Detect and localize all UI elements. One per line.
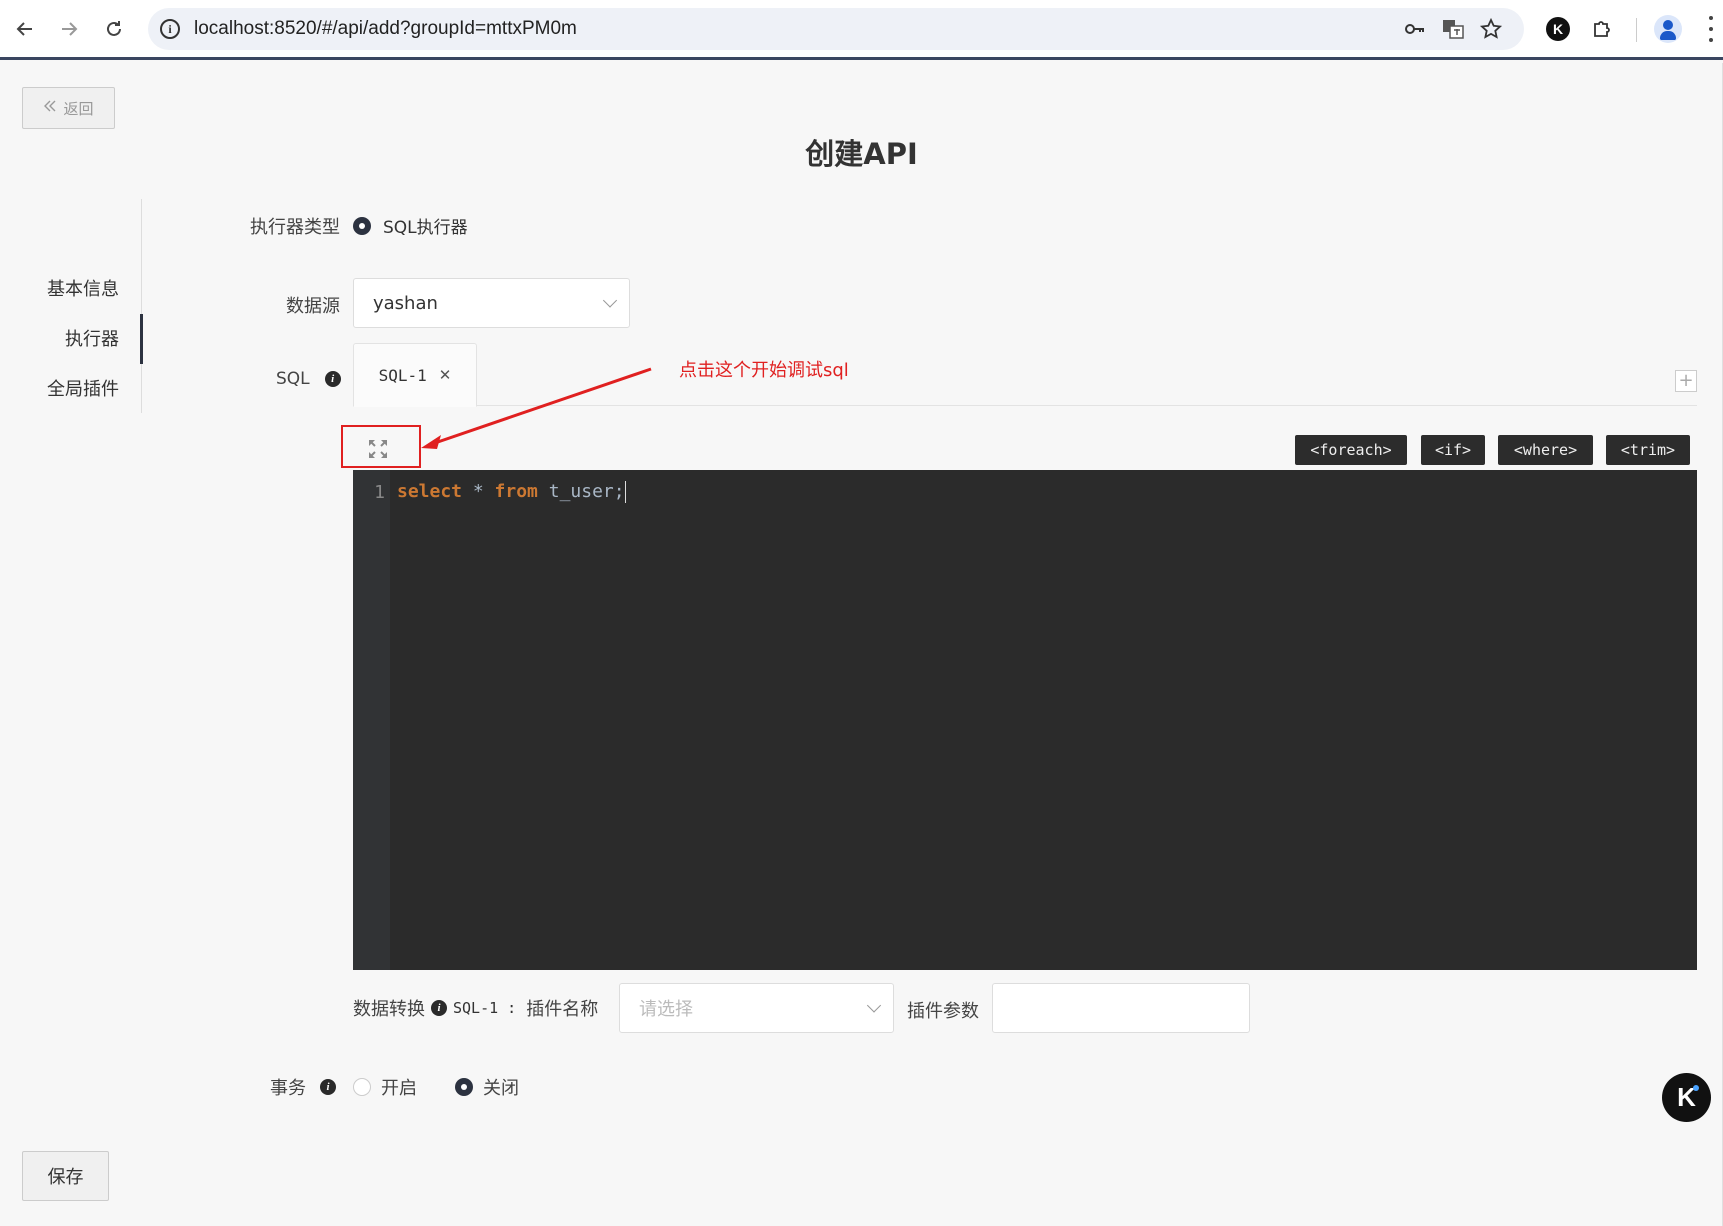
transform-label: 数据转换	[353, 999, 425, 1020]
side-nav-item-global-plugins[interactable]: 全局插件	[47, 375, 119, 401]
back-button[interactable]: 返回	[22, 87, 115, 129]
datasource-value: yashan	[373, 292, 438, 314]
transaction-off-label: 关闭	[483, 1078, 519, 1099]
add-tab-button[interactable]: +	[1675, 370, 1697, 392]
transaction-off-option[interactable]: 关闭	[455, 1074, 519, 1100]
code-line[interactable]: select * from t_user;	[397, 481, 626, 503]
info-icon[interactable]: i	[320, 1079, 336, 1095]
save-button[interactable]: 保存	[22, 1151, 109, 1201]
transform-sql-ref: SQL-1 :	[453, 999, 517, 1017]
page-content: 返回 创建API 基本信息 执行器 全局插件 执行器类型 SQL执行器 数据源 …	[0, 63, 1723, 1226]
key-icon[interactable]	[1402, 17, 1428, 41]
reload-icon[interactable]	[99, 14, 129, 44]
page-title: 创建API	[805, 137, 918, 171]
back-button-label: 返回	[63, 99, 94, 118]
text-cursor	[624, 481, 626, 503]
side-nav-item-basic-info[interactable]: 基本信息	[47, 275, 119, 301]
transaction-on-option[interactable]: 开启	[353, 1074, 417, 1100]
info-icon[interactable]: i	[431, 1000, 447, 1016]
transaction-label: 事务	[270, 1078, 306, 1099]
translate-icon[interactable]	[1440, 17, 1466, 41]
transaction-off-radio[interactable]	[455, 1078, 473, 1096]
kebab-menu-icon[interactable]	[1706, 16, 1716, 42]
plugin-param-input[interactable]	[992, 983, 1250, 1033]
plugin-name-select[interactable]: 请选择	[619, 983, 894, 1033]
transaction-label-group: 事务 i	[270, 1074, 336, 1100]
double-chevron-left-icon	[43, 99, 57, 117]
toolbar-divider	[1636, 18, 1637, 42]
trim-tag-button[interactable]: <trim>	[1606, 435, 1690, 465]
url-text[interactable]: localhost:8520/#/api/add?groupId=mttxPM0…	[194, 18, 577, 40]
chevron-down-icon	[866, 998, 882, 1013]
executor-sql-label: SQL执行器	[383, 218, 468, 238]
sql-label: SQL	[276, 369, 310, 389]
foreach-tag-button[interactable]: <foreach>	[1295, 435, 1407, 465]
annotation-text: 点击这个开始调试sql	[679, 360, 849, 381]
chevron-down-icon	[602, 293, 618, 308]
side-nav-active-indicator	[140, 314, 143, 364]
where-tag-button[interactable]: <where>	[1498, 435, 1593, 465]
fullscreen-expand-icon[interactable]	[367, 438, 389, 460]
transform-row: 数据转换 i SQL-1 : 插件名称	[353, 995, 598, 1021]
plugin-name-label: 插件名称	[526, 999, 599, 1020]
datasource-label: 数据源	[286, 296, 340, 317]
code-star: *	[462, 481, 495, 502]
info-icon[interactable]: i	[324, 371, 341, 387]
k-extension-icon[interactable]: K	[1544, 15, 1572, 43]
if-tag-button[interactable]: <if>	[1421, 435, 1485, 465]
side-nav-item-executor[interactable]: 执行器	[65, 325, 119, 351]
transaction-on-label: 开启	[381, 1078, 417, 1099]
browser-toolbar: i localhost:8520/#/api/add?groupId=mttxP…	[0, 0, 1723, 60]
site-info-icon[interactable]: i	[160, 19, 180, 39]
datasource-select[interactable]: yashan	[353, 278, 630, 328]
sql-label-group: SQL i	[276, 369, 341, 389]
code-keyword-from: from	[494, 481, 538, 502]
executor-type-option[interactable]: SQL执行器	[353, 213, 468, 238]
arrow-right-icon[interactable]	[54, 14, 84, 44]
address-bar[interactable]: i localhost:8520/#/api/add?groupId=mttxP…	[148, 8, 1524, 50]
code-table-name: t_user;	[537, 481, 625, 502]
executor-sql-radio[interactable]	[353, 216, 371, 235]
code-keyword-select: select	[397, 481, 463, 502]
executor-type-label: 执行器类型	[250, 217, 340, 238]
side-nav: 基本信息 执行器 全局插件	[40, 199, 143, 413]
sql-code-editor[interactable]: 1 select * from t_user;	[353, 470, 1697, 970]
arrow-left-icon[interactable]	[10, 14, 40, 44]
line-number: 1	[374, 482, 385, 503]
annotation-arrow	[421, 367, 652, 449]
floating-k-assistant-button[interactable]: K	[1662, 1073, 1711, 1122]
editor-gutter: 1	[353, 470, 390, 970]
star-icon[interactable]	[1478, 17, 1504, 41]
avatar	[1654, 15, 1682, 43]
plugin-param-label: 插件参数	[907, 1001, 979, 1022]
plugin-name-placeholder: 请选择	[639, 999, 693, 1020]
puzzle-extensions-icon[interactable]	[1588, 15, 1616, 43]
profile-avatar-icon[interactable]	[1654, 15, 1682, 43]
transaction-on-radio[interactable]	[353, 1078, 371, 1096]
